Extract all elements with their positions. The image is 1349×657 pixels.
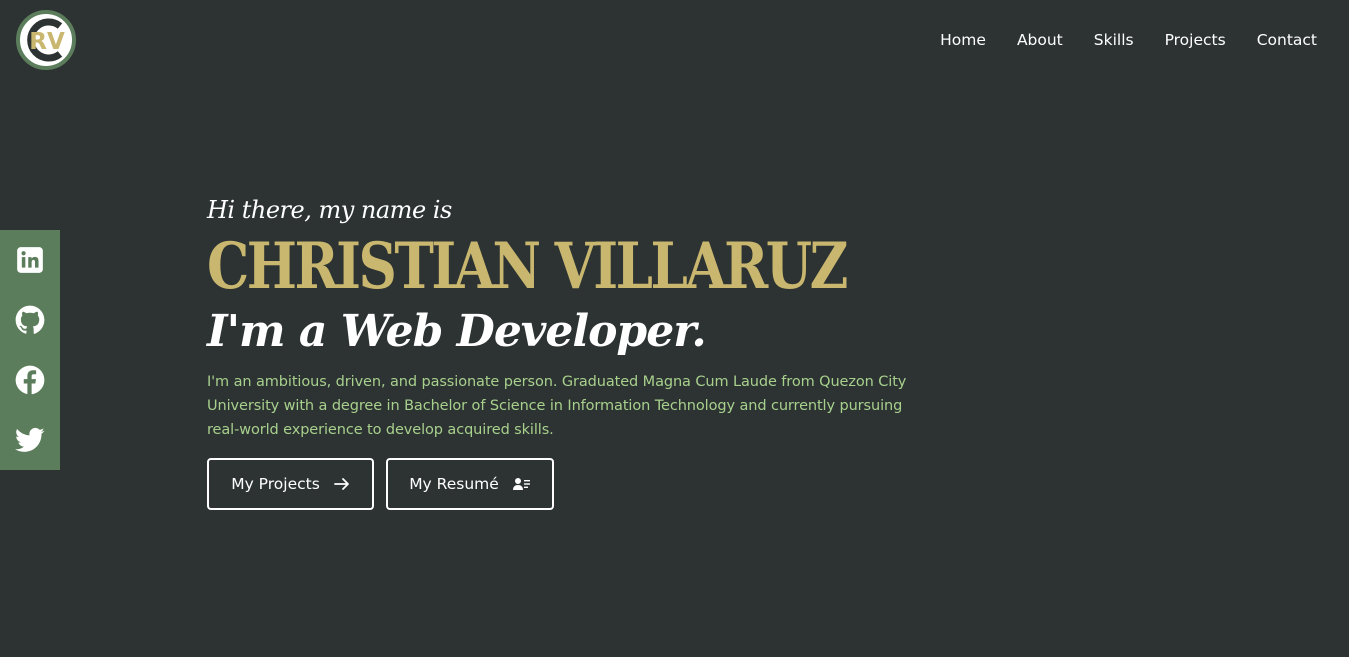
nav-contact[interactable]: Contact	[1257, 30, 1317, 50]
facebook-icon[interactable]	[15, 365, 45, 395]
logo[interactable]: RV	[16, 10, 76, 70]
github-icon[interactable]	[15, 305, 45, 335]
arrow-right-icon	[333, 477, 350, 491]
social-sidebar	[0, 230, 60, 470]
logo-text: RV	[29, 29, 65, 55]
page: RV Home About Skills Projects Contact Hi…	[0, 0, 1349, 657]
hero-buttons: My Projects My Resumé	[207, 458, 1007, 510]
my-resume-button[interactable]: My Resumé	[386, 458, 554, 510]
linkedin-icon[interactable]	[15, 245, 45, 275]
my-projects-label: My Projects	[231, 475, 320, 493]
twitter-icon[interactable]	[15, 425, 45, 455]
hero-name: CHRISTIAN VILLARUZ	[207, 229, 848, 304]
my-resume-label: My Resumé	[409, 475, 499, 493]
nav-projects[interactable]: Projects	[1165, 30, 1226, 50]
greeting-text: Hi there, my name is	[207, 196, 452, 224]
hero-bio: I'm an ambitious, driven, and passionate…	[207, 374, 907, 438]
nav-home[interactable]: Home	[940, 30, 986, 50]
resume-icon	[512, 477, 531, 491]
my-projects-button[interactable]: My Projects	[207, 458, 374, 510]
cv-monogram-logo-icon: RV	[16, 10, 76, 70]
hero-role: I'm a Web Developer.	[207, 306, 707, 357]
hero-section: Hi there, my name is CHRISTIAN VILLARUZ …	[207, 190, 1007, 510]
main-nav: Home About Skills Projects Contact	[909, 30, 1317, 50]
nav-about[interactable]: About	[1017, 30, 1063, 50]
nav-skills[interactable]: Skills	[1094, 30, 1134, 50]
